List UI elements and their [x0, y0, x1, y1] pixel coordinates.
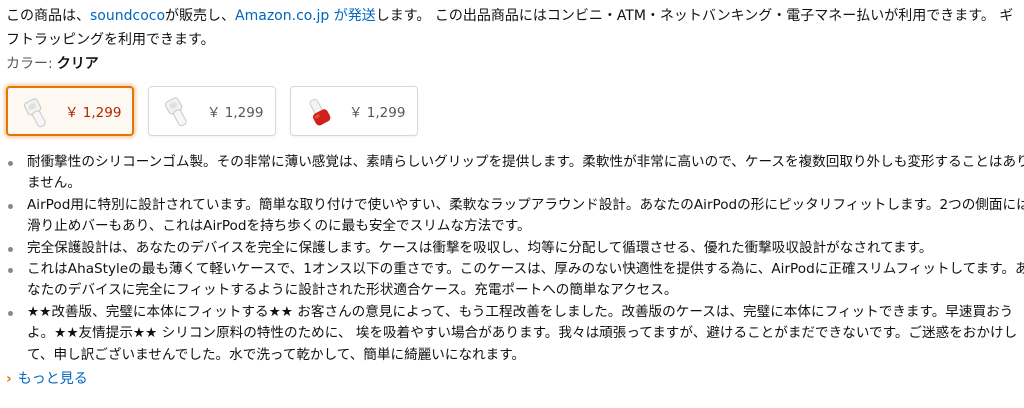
seller-prefix: この商品は、 — [6, 8, 90, 24]
chevron-right-icon: › — [6, 371, 12, 387]
swatch-red[interactable]: ￥ 1,299 — [290, 86, 418, 136]
airpod-case-red-icon — [309, 98, 331, 126]
show-more-label: もっと見る — [17, 371, 88, 387]
color-selection: カラー: クリア — [6, 52, 99, 76]
swatch-price: ￥ 1,299 — [65, 105, 122, 121]
feature-bullet: これはAhaStyleの最も薄くて軽いケースで、1オンス以下の重さです。このケー… — [8, 259, 1024, 302]
shipper-link[interactable]: Amazon.co.jp が発送 — [235, 8, 376, 24]
color-label: カラー: — [6, 56, 53, 72]
feature-bullet: ★★改善版、完璧に本体にフィットする★★ お客さんの意見によって、もう工程改善を… — [8, 302, 1024, 366]
show-more-link[interactable]: › もっと見る — [6, 368, 88, 390]
swatch-price: ￥ 1,299 — [349, 105, 406, 121]
seller-mid: が販売し、 — [165, 8, 236, 24]
airpod-case-clear-icon — [164, 97, 187, 127]
swatch-clear[interactable]: ￥ 1,299 — [148, 86, 276, 136]
seller-info: この商品は、soundcocoが販売し、Amazon.co.jp が発送します。… — [6, 4, 1016, 52]
airpod-case-clear-icon — [23, 98, 46, 128]
swatch-price: ￥ 1,299 — [207, 105, 264, 121]
feature-bullet: 耐衝撃性のシリコーンゴム製。その非常に薄い感覚は、素晴らしいグリップを提供します… — [8, 152, 1024, 195]
swatch-clear-selected[interactable]: ￥ 1,299 — [6, 86, 134, 136]
color-value: クリア — [56, 56, 99, 72]
feature-bullet: AirPod用に特別に設計されています。簡単な取り付けで使いやすい、柔軟なラップ… — [8, 195, 1024, 238]
seller-link[interactable]: soundcoco — [90, 8, 165, 24]
feature-bullet: 完全保護設計は、あなたのデバイスを完全に保護します。ケースは衝撃を吸収し、均等に… — [8, 238, 1024, 259]
feature-bullets: 耐衝撃性のシリコーンゴム製。その非常に薄い感覚は、素晴らしいグリップを提供します… — [0, 152, 1024, 366]
